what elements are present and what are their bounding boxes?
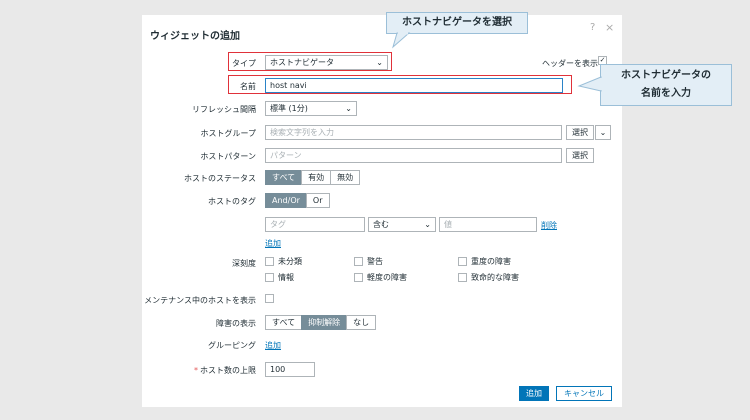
host-limit-label: * ホスト数の上限	[194, 365, 256, 376]
show-problems-option-unsuppressed[interactable]: 抑制解除	[301, 315, 348, 330]
checkbox	[458, 257, 467, 266]
severity-disaster[interactable]: 致命的な障害	[458, 272, 519, 283]
severity-label: 深刻度	[232, 259, 256, 268]
callout-select-type: ホストナビゲータを選択	[386, 12, 528, 49]
chevron-down-icon: ⌄	[345, 104, 352, 113]
chevron-down-icon: ⌄	[424, 220, 431, 229]
tag-operator-select[interactable]: 含む ⌄	[368, 217, 436, 232]
host-pattern-label: ホストパターン	[200, 152, 256, 161]
checkbox	[265, 273, 274, 282]
callout-pointer	[577, 76, 603, 92]
callout-enter-name-line2: 名前を入力	[641, 88, 691, 99]
severity-option-label: 重度の障害	[471, 257, 511, 266]
checkbox	[265, 294, 274, 303]
show-problems-option-none[interactable]: なし	[346, 315, 377, 330]
refresh-interval-value: 標準 (1分)	[270, 104, 308, 113]
name-highlight-box	[228, 75, 572, 94]
host-status-option-disabled[interactable]: 無効	[330, 170, 361, 185]
checkbox	[354, 273, 363, 282]
host-limit-label-text: ホスト数の上限	[200, 366, 256, 375]
severity-option-label: 警告	[367, 257, 383, 266]
add-button[interactable]: 追加	[519, 386, 549, 401]
cancel-button[interactable]: キャンセル	[556, 386, 612, 401]
severity-average[interactable]: 軽度の障害	[354, 272, 407, 283]
required-mark: *	[194, 366, 198, 375]
grouping-add-link[interactable]: 追加	[265, 340, 281, 351]
type-highlight-box	[228, 52, 392, 71]
callout-select-type-text: ホストナビゲータを選択	[402, 17, 512, 28]
tag-remove-link[interactable]: 削除	[541, 220, 557, 231]
tag-add-link[interactable]: 追加	[265, 238, 281, 249]
maintenance-checkbox[interactable]	[265, 294, 278, 303]
callout-enter-name: ホストナビゲータの 名前を入力	[577, 64, 732, 106]
host-status-option-enabled[interactable]: 有効	[301, 170, 332, 185]
host-tags-segmented: And/Or Or	[265, 193, 330, 208]
grouping-label: グルーピング	[208, 341, 256, 350]
host-groups-select-button[interactable]: 選択	[566, 125, 594, 140]
tag-value-input[interactable]: 値	[439, 217, 537, 232]
severity-high[interactable]: 重度の障害	[458, 256, 511, 267]
host-status-label: ホストのステータス	[184, 174, 256, 183]
severity-option-label: 致命的な障害	[471, 273, 519, 282]
host-pattern-input[interactable]: パターン	[265, 148, 562, 163]
checkbox	[458, 273, 467, 282]
severity-option-label: 軽度の障害	[367, 273, 407, 282]
help-icon[interactable]: ?	[590, 22, 595, 33]
show-problems-label: 障害の表示	[216, 319, 256, 328]
checkbox	[265, 257, 274, 266]
host-tags-option-or[interactable]: Or	[305, 193, 330, 208]
severity-warning[interactable]: 警告	[354, 256, 383, 267]
severity-information[interactable]: 情報	[265, 272, 294, 283]
callout-enter-name-line1: ホストナビゲータの	[621, 70, 711, 81]
close-icon[interactable]: ×	[605, 21, 614, 34]
severity-option-label: 情報	[278, 273, 294, 282]
checkbox	[354, 257, 363, 266]
host-pattern-select-button[interactable]: 選択	[566, 148, 594, 163]
maintenance-label: メンテナンス中のホストを表示	[144, 296, 256, 305]
host-groups-dropdown-button[interactable]: ⌄	[595, 125, 611, 140]
host-status-option-all[interactable]: すべて	[265, 170, 303, 185]
refresh-interval-label: リフレッシュ間隔	[192, 105, 256, 114]
show-problems-option-all[interactable]: すべて	[265, 315, 303, 330]
callout-pointer	[392, 32, 411, 49]
host-groups-input[interactable]: 検索文字列を入力	[265, 125, 562, 140]
refresh-interval-select[interactable]: 標準 (1分) ⌄	[265, 101, 357, 116]
tag-name-input[interactable]: タグ	[265, 217, 365, 232]
host-groups-label: ホストグループ	[200, 129, 256, 138]
host-limit-input[interactable]: 100	[265, 362, 315, 377]
dialog-title: ウィジェットの追加	[150, 31, 240, 42]
show-problems-segmented: すべて 抑制解除 なし	[265, 315, 377, 330]
host-tags-option-andor[interactable]: And/Or	[265, 193, 307, 208]
add-widget-dialog: ウィジェットの追加 ? × タイプ ホストナビゲータ ⌄ ヘッダーを表示 ✓ 名…	[142, 15, 622, 407]
severity-option-label: 未分類	[278, 257, 302, 266]
show-header-label: ヘッダーを表示	[542, 59, 598, 68]
tag-operator-value: 含む	[373, 220, 389, 229]
host-tags-label: ホストのタグ	[208, 197, 256, 206]
host-status-segmented: すべて 有効 無効	[265, 170, 361, 185]
severity-not-classified[interactable]: 未分類	[265, 256, 302, 267]
chevron-down-icon: ⌄	[599, 128, 607, 137]
